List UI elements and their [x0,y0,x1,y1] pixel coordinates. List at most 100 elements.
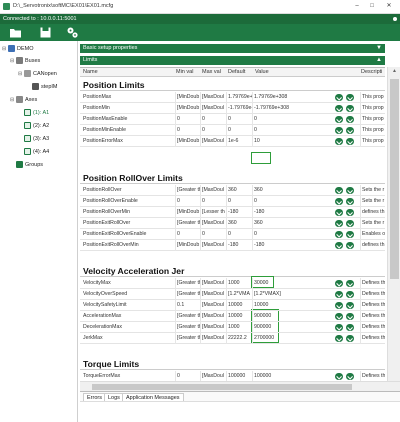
table-row[interactable]: PositionExitRollOverMin [MinDoub [MaxDoul -… [80,240,385,251]
revert-button[interactable] [346,126,354,134]
revert-button[interactable] [346,93,354,101]
table-row[interactable]: PositionExitRollOver [Greater th [MaxDoul 3… [80,218,385,229]
cell-val[interactable]: -180 [254,242,312,248]
cell-val[interactable]: 2700000 [254,335,312,341]
apply-button[interactable] [335,230,343,238]
scroll-up-icon[interactable]: ▲ [388,67,400,76]
cell-val[interactable]: 10 [254,138,312,144]
tree-item-canopen[interactable]: ⊟ CANopen [18,69,57,79]
table-row[interactable]: PositionRollOverMin [MinDoub [Lesser th -18… [80,207,385,218]
collapse-arrow-icon[interactable]: ▲ [376,56,382,65]
revert-button[interactable] [346,115,354,123]
apply-button[interactable] [335,372,343,380]
tree-root-demo[interactable]: ⊟ DEMO [2,44,34,54]
table-row[interactable]: PositionRollOver [Greater th [MaxDoul 360 36… [80,185,385,196]
cell-val[interactable]: 900000 [254,313,312,319]
revert-button[interactable] [346,137,354,145]
apply-button[interactable] [335,115,343,123]
apply-button[interactable] [335,219,343,227]
table-row[interactable]: VelocityOverSpeed [Greater th [MaxDoul [1.2… [80,289,385,300]
revert-button[interactable] [346,323,354,331]
apply-button[interactable] [335,301,343,309]
cell-val[interactable]: 0 [254,231,312,237]
apply-button[interactable] [335,208,343,216]
minimize-button[interactable]: – [352,2,362,11]
cell-val[interactable]: 0 [254,116,312,122]
revert-button[interactable] [346,186,354,194]
apply-button[interactable] [335,197,343,205]
revert-button[interactable] [346,241,354,249]
expand-arrow-icon[interactable]: ▼ [376,44,382,53]
apply-button[interactable] [335,126,343,134]
apply-button[interactable] [335,186,343,194]
col-value[interactable]: Value [255,69,269,75]
table-row[interactable]: VelocityMax [Greater th [MaxDoul 1000 30000 D… [80,278,385,289]
revert-button[interactable] [346,290,354,298]
revert-button[interactable] [346,219,354,227]
revert-button[interactable] [346,372,354,380]
table-row[interactable]: AccelerationMax [Greater th [MaxDoul 10000 9… [80,311,385,322]
tree-item-stepim[interactable]: stepIM [32,82,58,92]
revert-button[interactable] [346,230,354,238]
table-row[interactable]: DecelerationMax [Greater th [MaxDoul 1000 90… [80,322,385,333]
tree-item-axis-a2[interactable]: (2): A2 [24,121,49,131]
settings-gears-icon[interactable] [66,26,79,39]
col-max[interactable]: Max val [202,69,221,75]
tree-item-axis-a1[interactable]: (1): A1 [24,108,49,118]
apply-button[interactable] [335,137,343,145]
table-row[interactable]: PositionMax [MinDoub [MaxDoul 1.79769e+ 1.79… [80,92,385,103]
revert-button[interactable] [346,301,354,309]
cell-val[interactable]: 10000 [254,302,312,308]
tree-item-axis-a3[interactable]: (3): A3 [24,134,49,144]
horizontal-scrollbar[interactable] [80,381,400,391]
cell-val[interactable]: 360 [254,187,312,193]
tree-item-axis-a4[interactable]: (4): A4 [24,147,49,157]
table-row[interactable]: PositionErrorMax [MinDoub [MaxDoul 1e-6 10 Th… [80,136,385,147]
table-row[interactable]: PositionMaxEnable 0 0 0 0 This prop [80,114,385,125]
tree-item-buses[interactable]: ⊟ Buses [10,56,40,66]
apply-button[interactable] [335,334,343,342]
cell-val[interactable]: 30000 [254,280,312,286]
cell-val[interactable]: 360 [254,220,312,226]
vertical-scrollbar[interactable]: ▲ ▼ [387,67,400,404]
table-row[interactable]: PositionMinEnable 0 0 0 0 This prop [80,125,385,136]
revert-button[interactable] [346,208,354,216]
col-min[interactable]: Min val [176,69,193,75]
col-default[interactable]: Default [228,69,245,75]
hscroll-thumb[interactable] [92,384,352,390]
cell-val[interactable]: 0 [254,127,312,133]
tree-item-groups[interactable]: Groups [16,160,43,170]
apply-button[interactable] [335,279,343,287]
cell-val[interactable]: 1.79769e+308 [254,94,312,100]
close-button[interactable]: ✕ [384,2,394,11]
apply-button[interactable] [335,93,343,101]
maximize-button[interactable]: □ [367,2,377,11]
table-row[interactable]: JerkMax [Greater th [MaxDoul 22222.2 2700000… [80,333,385,344]
apply-button[interactable] [335,290,343,298]
save-icon[interactable] [39,26,52,39]
cell-val[interactable]: -180 [254,209,312,215]
cell-val[interactable]: 0 [254,198,312,204]
cell-val[interactable]: [1.2*VMAX] [254,291,312,297]
tree-item-axes[interactable]: ⊟ Axes [10,95,37,105]
apply-button[interactable] [335,241,343,249]
col-description[interactable]: Descripti [361,69,382,75]
apply-button[interactable] [335,104,343,112]
cell-val[interactable]: -1.79769e+308 [254,105,312,111]
cell-val[interactable]: 900000 [254,324,312,330]
cell-val[interactable]: 100000 [254,373,312,379]
apply-button[interactable] [335,312,343,320]
apply-button[interactable] [335,323,343,331]
revert-button[interactable] [346,334,354,342]
basic-setup-header[interactable]: Basic setup properties ▼ [80,44,385,53]
revert-button[interactable] [346,104,354,112]
revert-button[interactable] [346,197,354,205]
table-row[interactable]: PositionExitRollOverEnable 0 0 0 0 Enables o [80,229,385,240]
table-row[interactable]: PositionRollOverEnable 0 0 0 0 Sets the r [80,196,385,207]
scroll-thumb[interactable] [390,79,399,279]
limits-header[interactable]: Limits ▲ [80,56,385,65]
revert-button[interactable] [346,312,354,320]
open-folder-icon[interactable] [9,26,22,39]
col-name[interactable]: Name [83,69,98,75]
table-row[interactable]: VelocitySafetyLimit 0.1 [MaxDoul 10000 10000… [80,300,385,311]
